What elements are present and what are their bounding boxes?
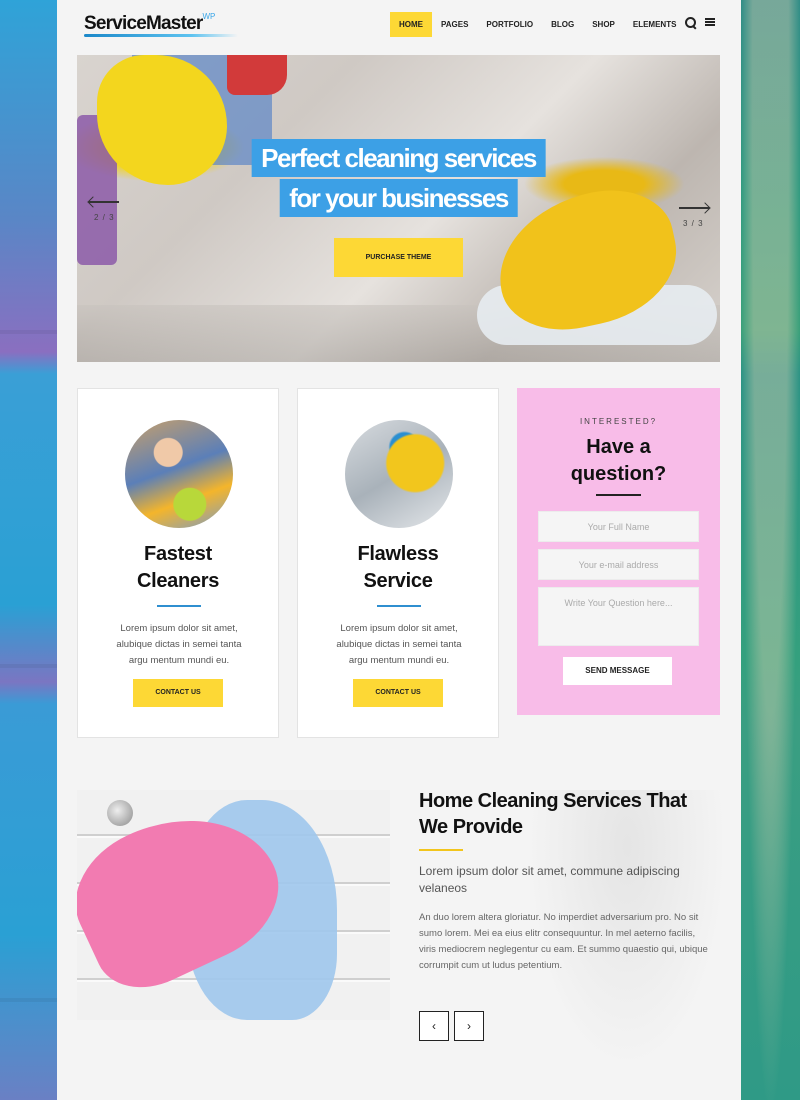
- nav-item-home[interactable]: HOME: [390, 12, 432, 37]
- card-divider: [157, 605, 201, 607]
- email-input[interactable]: [538, 549, 699, 580]
- services-lead: Lorem ipsum dolor sit amet, commune adip…: [419, 864, 680, 895]
- nav-item-blog[interactable]: BLOG: [542, 12, 583, 37]
- card-title: Flawless Service: [357, 543, 439, 592]
- question-textarea[interactable]: [538, 587, 699, 646]
- chevron-left-icon[interactable]: ‹: [419, 1011, 449, 1041]
- cleaner-photo: [125, 420, 233, 528]
- drawer-knob: [107, 800, 133, 826]
- hero-slider: Perfect cleaning services for your busin…: [77, 55, 720, 362]
- question-divider: [596, 494, 641, 496]
- nav-item-pages[interactable]: PAGES: [432, 12, 477, 37]
- right-background-band: [741, 0, 800, 1100]
- contact-us-button[interactable]: CONTACT US: [133, 679, 223, 707]
- arrow-left-icon[interactable]: [89, 201, 119, 203]
- header-icons: [685, 17, 715, 29]
- send-message-button[interactable]: SEND MESSAGE: [563, 657, 672, 685]
- full-name-input[interactable]: [538, 511, 699, 542]
- site-header: ServiceMasterWP HOME PAGES PORTFOLIO BLO…: [57, 0, 741, 52]
- service-card-flawless-service: Flawless Service Lorem ipsum dolor sit a…: [297, 388, 499, 738]
- main-nav: HOME PAGES PORTFOLIO BLOG SHOP ELEMENTS: [390, 12, 685, 37]
- hero-headline-line-1: Perfect cleaning services: [251, 139, 546, 177]
- drawer-cleaning-photo: [77, 790, 390, 1020]
- card-text: Lorem ipsum dolor sit amet, alubique dic…: [336, 623, 462, 666]
- hero-spray-nozzle: [227, 55, 287, 95]
- services-divider: [419, 849, 463, 851]
- purchase-theme-button[interactable]: PURCHASE THEME: [334, 238, 463, 277]
- service-card-fastest-cleaners: Fastest Cleaners Lorem ipsum dolor sit a…: [77, 388, 279, 738]
- card-text: Lorem ipsum dolor sit amet, alubique dic…: [116, 623, 242, 666]
- card-title: Fastest Cleaners: [136, 543, 220, 592]
- question-title: Have a question?: [570, 436, 667, 485]
- question-kicker: INTERESTED?: [579, 417, 658, 426]
- logo-text: ServiceMaster: [84, 13, 203, 34]
- search-icon[interactable]: [685, 17, 697, 29]
- card-divider: [377, 605, 421, 607]
- logo-swoosh: [84, 34, 238, 37]
- services-title: Home Cleaning Services That We Provide: [419, 790, 687, 838]
- left-background-band: [0, 0, 57, 1100]
- services-body: An duo lorem altera gloriatur. No imperd…: [419, 912, 708, 971]
- logo-sup: WP: [202, 12, 216, 21]
- nav-item-shop[interactable]: SHOP: [583, 12, 624, 37]
- page: ServiceMasterWP HOME PAGES PORTFOLIO BLO…: [57, 0, 741, 1100]
- question-form-panel: INTERESTED? Have a question? SEND MESSAG…: [517, 388, 720, 715]
- tap-cleaning-photo: [345, 420, 453, 528]
- logo[interactable]: ServiceMasterWP: [84, 12, 215, 35]
- menu-icon[interactable]: [705, 17, 715, 27]
- chevron-right-icon[interactable]: ›: [454, 1011, 484, 1041]
- hero-next-counter: 3 / 3: [683, 219, 704, 228]
- contact-us-button[interactable]: CONTACT US: [353, 679, 443, 707]
- hero-headline-line-2: for your businesses: [279, 179, 518, 217]
- nav-item-elements[interactable]: ELEMENTS: [624, 12, 686, 37]
- hero-prev-counter: 2 / 3: [94, 213, 115, 222]
- arrow-right-icon[interactable]: [679, 207, 709, 209]
- nav-item-portfolio[interactable]: PORTFOLIO: [477, 12, 542, 37]
